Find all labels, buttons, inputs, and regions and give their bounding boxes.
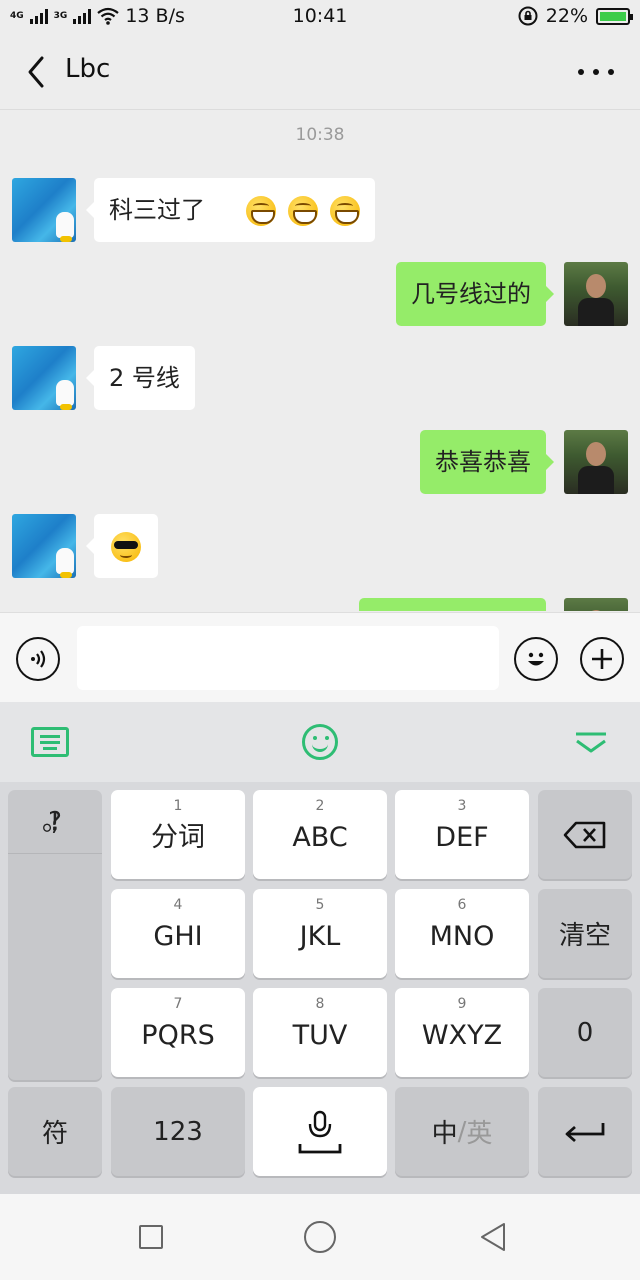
key-6[interactable]: 6 MNO xyxy=(395,889,529,978)
key-7[interactable]: 7 PQRS xyxy=(111,988,245,1077)
chat-area[interactable]: 10:38 科三过了 几号线过的 2 号线 恭喜恭喜 xyxy=(0,111,640,611)
key-number: 2 xyxy=(315,798,325,814)
my-avatar[interactable] xyxy=(564,430,628,494)
plus-icon[interactable] xyxy=(580,637,624,681)
back-triangle-icon[interactable] xyxy=(478,1222,508,1252)
enter-icon xyxy=(565,1122,605,1142)
key-label: TUV xyxy=(292,1020,348,1051)
sunglasses-emoji xyxy=(111,532,141,562)
recent-apps-icon[interactable] xyxy=(139,1225,163,1249)
battery-icon xyxy=(596,7,633,25)
backspace-key[interactable] xyxy=(538,790,632,879)
status-right: 22% xyxy=(518,5,633,27)
emoji-panel-icon[interactable] xyxy=(302,724,338,760)
message-text: 科三过了 xyxy=(109,196,205,224)
chevron-left-icon[interactable] xyxy=(18,52,58,92)
message-bubble-outgoing[interactable]: 恭喜恭喜 xyxy=(420,430,554,494)
chevron-down-icon[interactable] xyxy=(574,732,608,754)
language-switch-key[interactable]: 中 / 英 xyxy=(395,1087,529,1176)
contact-avatar[interactable] xyxy=(12,346,76,410)
contact-avatar[interactable] xyxy=(12,514,76,578)
punct-key[interactable]: ! xyxy=(8,790,102,854)
keyboard-icon[interactable] xyxy=(31,727,69,757)
key-number: 7 xyxy=(173,996,183,1012)
my-avatar[interactable] xyxy=(564,598,628,611)
my-avatar[interactable] xyxy=(564,262,628,326)
message-text: 恭喜恭喜 xyxy=(435,448,531,476)
microphone-icon xyxy=(298,1110,342,1153)
voice-icon[interactable] xyxy=(16,637,60,681)
message-bubble-outgoing[interactable] xyxy=(359,598,546,611)
message-input-bar xyxy=(0,612,640,702)
key-2[interactable]: 2 ABC xyxy=(253,790,387,879)
grinning-emoji xyxy=(246,196,277,226)
space-voice-key[interactable] xyxy=(253,1087,387,1176)
rotation-lock-icon xyxy=(518,6,538,26)
message-text: 2 号线 xyxy=(109,364,180,392)
key-4[interactable]: 4 GHI xyxy=(111,889,245,978)
punctuation-column[interactable]: , 。 ? ! xyxy=(8,790,102,1080)
key-label: 123 xyxy=(153,1116,203,1147)
battery-percent: 22% xyxy=(545,5,588,27)
grinning-emoji xyxy=(287,196,318,226)
key-label: 分词 xyxy=(151,822,205,853)
system-nav-bar xyxy=(0,1194,640,1280)
home-icon[interactable] xyxy=(304,1221,336,1253)
numbers-key[interactable]: 123 xyxy=(111,1087,245,1176)
chat-title: Lbc xyxy=(65,54,111,84)
key-3[interactable]: 3 DEF xyxy=(395,790,529,879)
key-9[interactable]: 9 WXYZ xyxy=(395,988,529,1077)
key-label: ABC xyxy=(292,822,348,853)
key-number: 6 xyxy=(457,897,467,913)
backspace-icon xyxy=(563,821,606,848)
enter-key[interactable] xyxy=(538,1087,632,1176)
key-label: 0 xyxy=(576,1017,594,1048)
more-dots-icon[interactable] xyxy=(578,58,614,86)
key-number: 8 xyxy=(315,996,325,1012)
message-bubble-incoming[interactable]: 2 号线 xyxy=(86,346,195,410)
clear-key[interactable]: 清空 xyxy=(538,889,632,978)
key-8[interactable]: 8 TUV xyxy=(253,988,387,1077)
key-label: PQRS xyxy=(141,1020,215,1051)
key-number: 1 xyxy=(173,798,183,814)
zero-key[interactable]: 0 xyxy=(538,988,632,1077)
key-label: WXYZ xyxy=(421,1020,503,1051)
lang-separator: / xyxy=(457,1116,467,1147)
key-label: JKL xyxy=(299,921,341,952)
message-timestamp: 10:38 xyxy=(295,125,345,145)
contact-avatar[interactable] xyxy=(12,178,76,242)
key-number: 3 xyxy=(457,798,467,814)
message-bubble-incoming[interactable]: 科三过了 xyxy=(86,178,375,242)
grinning-emoji xyxy=(329,196,360,226)
message-input[interactable] xyxy=(77,626,499,690)
lang-en-label: 英 xyxy=(466,1119,493,1149)
status-bar: 4G 3G 13 B/s 10:41 22% xyxy=(0,0,640,34)
keyboard-toolbar xyxy=(0,702,640,782)
key-label: 清空 xyxy=(558,921,611,951)
key-number: 4 xyxy=(173,897,183,913)
lang-zh-label: 中 xyxy=(431,1119,458,1149)
chat-header: Lbc xyxy=(0,34,640,110)
key-number: 9 xyxy=(457,996,467,1012)
ime-keyboard: , 。 ? ! 1 分词 2 ABC 3 DEF 4 GHI 5 JKL 6 M… xyxy=(0,782,640,1194)
message-bubble-incoming[interactable] xyxy=(86,514,158,578)
key-1[interactable]: 1 分词 xyxy=(111,790,245,879)
key-5[interactable]: 5 JKL xyxy=(253,889,387,978)
message-bubble-outgoing[interactable]: 几号线过的 xyxy=(396,262,554,326)
key-label: DEF xyxy=(435,822,489,853)
key-label: MNO xyxy=(429,921,495,952)
smiley-icon[interactable] xyxy=(514,637,558,681)
key-number: 5 xyxy=(315,897,325,913)
key-label: GHI xyxy=(153,921,203,952)
message-text: 几号线过的 xyxy=(411,280,531,308)
symbols-key[interactable]: 符 xyxy=(8,1087,102,1176)
key-label: 符 xyxy=(41,1119,68,1149)
